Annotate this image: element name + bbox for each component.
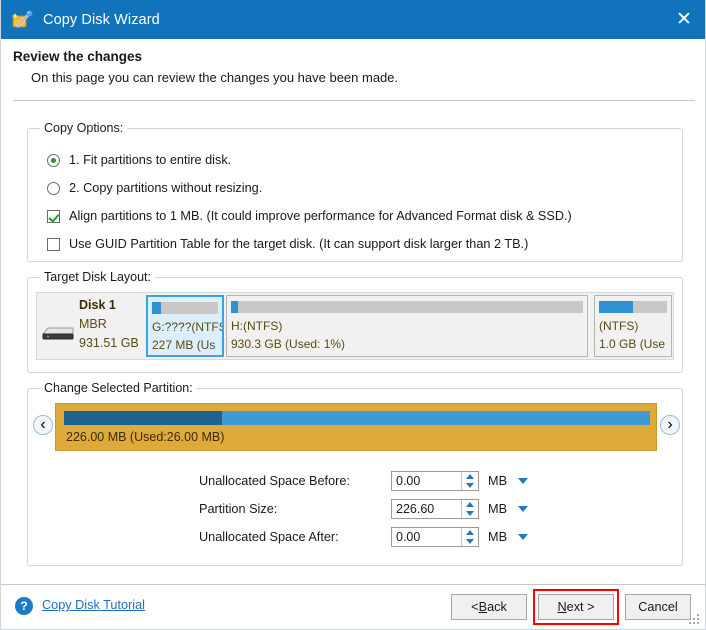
unallocated-space-before-arrows[interactable] xyxy=(461,472,478,490)
header-divider xyxy=(13,100,695,101)
chevron-right-icon[interactable]: › xyxy=(660,415,680,435)
unallocated-space-before-label: Unallocated Space Before: xyxy=(199,474,391,488)
partition-g-usage-bar xyxy=(152,302,218,314)
page-subtitle: On this page you can review the changes … xyxy=(31,70,398,85)
question-mark-icon[interactable]: ? xyxy=(15,597,33,615)
selected-partition-usage-bar xyxy=(64,411,650,425)
spinner-up-icon[interactable] xyxy=(466,530,474,535)
unallocated-space-before-stepper[interactable] xyxy=(391,471,479,491)
partition-size-unit: MB xyxy=(488,502,512,516)
next-button[interactable]: Next > xyxy=(538,594,614,620)
disk-scheme: MBR xyxy=(79,317,107,331)
back-button-post: ack xyxy=(487,600,507,614)
cancel-button[interactable]: Cancel xyxy=(625,594,691,620)
partition-size-input[interactable] xyxy=(392,500,460,518)
unallocated-space-after-unit: MB xyxy=(488,530,512,544)
back-button[interactable]: < Back xyxy=(451,594,527,620)
unallocated-space-after-label: Unallocated Space After: xyxy=(199,530,391,544)
option-align-partitions-label: Align partitions to 1 MB. (It could impr… xyxy=(69,209,572,223)
partition-h[interactable]: H:(NTFS) 930.3 GB (Used: 1%) xyxy=(226,295,588,357)
spinner-down-icon[interactable] xyxy=(466,483,474,488)
partition-size-label: Partition Size: xyxy=(199,502,391,516)
copy-disk-tutorial-link[interactable]: Copy Disk Tutorial xyxy=(42,598,145,612)
close-icon[interactable]: ✕ xyxy=(661,0,706,39)
unallocated-space-before-unit: MB xyxy=(488,474,512,488)
copy-disk-wizard-window: Copy Disk Wizard ✕ Review the changes On… xyxy=(0,0,706,630)
checkbox-use-gpt[interactable] xyxy=(47,238,60,251)
back-button-pre: < xyxy=(471,600,478,614)
spinner-up-icon[interactable] xyxy=(466,502,474,507)
footer-divider xyxy=(1,584,706,585)
option-use-gpt[interactable]: Use GUID Partition Table for the target … xyxy=(47,237,528,251)
selected-partition-strip[interactable]: 226.00 MB (Used:26.00 MB) xyxy=(55,403,657,451)
unallocated-space-after-arrows[interactable] xyxy=(461,528,478,546)
next-button-post: ext > xyxy=(567,600,595,614)
partition-size-row: Partition Size: MB xyxy=(199,499,528,519)
unallocated-space-before-unit-dropdown-icon[interactable] xyxy=(518,478,528,484)
option-copy-without-resizing[interactable]: 2. Copy partitions without resizing. xyxy=(47,181,262,195)
unallocated-space-after-stepper[interactable] xyxy=(391,527,479,547)
disk-layout-panel: Disk 1 MBR 931.51 GB G:????(NTFS 227 MB … xyxy=(36,292,674,360)
target-disk-layout-legend: Target Disk Layout: xyxy=(40,270,155,284)
page-header: Review the changes On this page you can … xyxy=(1,39,706,107)
partition-size-unit-dropdown-icon[interactable] xyxy=(518,506,528,512)
spinner-down-icon[interactable] xyxy=(466,511,474,516)
option-fit-partitions-label: 1. Fit partitions to entire disk. xyxy=(69,153,231,167)
wizard-wand-icon xyxy=(12,9,34,31)
change-selected-partition-group: Change Selected Partition: ‹ 226.00 MB (… xyxy=(27,388,683,566)
disk-capacity: 931.51 GB xyxy=(79,336,139,350)
unallocated-space-after-unit-dropdown-icon[interactable] xyxy=(518,534,528,540)
spinner-down-icon[interactable] xyxy=(466,539,474,544)
disk-name: Disk 1 xyxy=(79,298,116,312)
hard-disk-icon xyxy=(41,325,75,341)
option-align-partitions[interactable]: Align partitions to 1 MB. (It could impr… xyxy=(47,209,572,223)
unallocated-space-after-input[interactable] xyxy=(392,528,460,546)
radio-copy-without-resizing[interactable] xyxy=(47,182,60,195)
partition-g[interactable]: G:????(NTFS 227 MB (Us xyxy=(146,295,224,357)
partition-unnamed-label: (NTFS) xyxy=(599,319,638,333)
partition-size-stepper[interactable] xyxy=(391,499,479,519)
partition-h-size: 930.3 GB (Used: 1%) xyxy=(231,337,345,351)
next-button-key: N xyxy=(557,600,566,614)
copy-options-group: Copy Options: 1. Fit partitions to entir… xyxy=(27,128,683,262)
selected-partition-label: 226.00 MB (Used:26.00 MB) xyxy=(66,430,224,444)
disk-info: Disk 1 MBR 931.51 GB xyxy=(37,293,145,359)
radio-fit-partitions[interactable] xyxy=(47,154,60,167)
partition-spacer xyxy=(589,293,593,359)
partition-unnamed-usage-bar xyxy=(599,301,667,313)
partition-h-label: H:(NTFS) xyxy=(231,319,282,333)
partition-g-size: 227 MB (Us xyxy=(152,338,215,352)
spinner-up-icon[interactable] xyxy=(466,474,474,479)
unallocated-space-before-input[interactable] xyxy=(392,472,460,490)
partition-h-usage-bar xyxy=(231,301,583,313)
window-title: Copy Disk Wizard xyxy=(43,12,160,28)
page-title: Review the changes xyxy=(13,49,142,64)
change-selected-partition-legend: Change Selected Partition: xyxy=(40,381,197,395)
unallocated-space-after-row: Unallocated Space After: MB xyxy=(199,527,528,547)
partition-size-arrows[interactable] xyxy=(461,500,478,518)
copy-options-legend: Copy Options: xyxy=(40,121,127,135)
option-fit-partitions[interactable]: 1. Fit partitions to entire disk. xyxy=(47,153,231,167)
partition-unnamed-size: 1.0 GB (Use xyxy=(599,337,665,351)
partition-g-label: G:????(NTFS xyxy=(152,320,224,334)
back-button-key: B xyxy=(479,600,487,614)
resize-grip-icon[interactable] xyxy=(689,614,701,626)
option-copy-without-resizing-label: 2. Copy partitions without resizing. xyxy=(69,181,262,195)
partition-unnamed[interactable]: (NTFS) 1.0 GB (Use xyxy=(594,295,672,357)
title-bar: Copy Disk Wizard ✕ xyxy=(1,0,706,39)
target-disk-layout-group: Target Disk Layout: Disk 1 MBR 931.51 GB… xyxy=(27,277,683,373)
chevron-left-icon[interactable]: ‹ xyxy=(33,415,53,435)
unallocated-space-before-row: Unallocated Space Before: MB xyxy=(199,471,528,491)
option-use-gpt-label: Use GUID Partition Table for the target … xyxy=(69,237,528,251)
checkbox-align-partitions[interactable] xyxy=(47,210,60,223)
